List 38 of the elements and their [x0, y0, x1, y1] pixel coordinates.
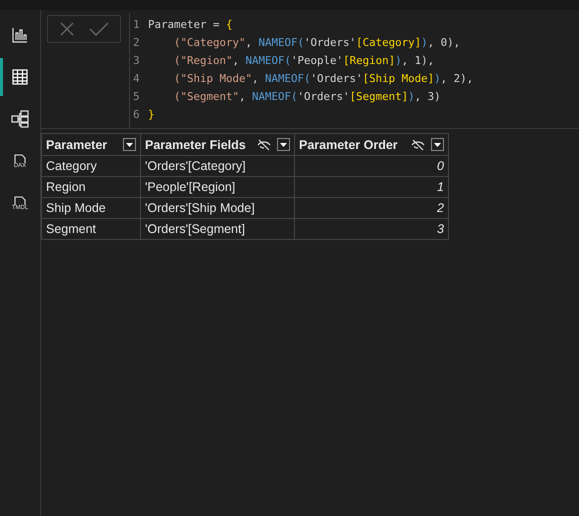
line-number: 3	[132, 54, 141, 66]
line-number: 1	[132, 18, 141, 30]
line-number: 4	[132, 72, 141, 84]
table-cell: 'Orders'[Category]	[140, 156, 294, 176]
filter-dropdown-button[interactable]	[431, 138, 444, 151]
table-cell: 1	[294, 176, 448, 198]
code-line: }	[148, 108, 155, 120]
column-header: Parameter	[46, 138, 108, 152]
table-cell: 'Orders'[Ship Mode]	[140, 198, 294, 218]
table-cell: 3	[294, 218, 448, 240]
filter-dropdown-button[interactable]	[277, 138, 290, 151]
code-line: ("Segment", NAMEOF('Orders'[Segment]), 3)	[173, 90, 441, 102]
bar-chart-icon	[12, 27, 28, 43]
caret-icon	[434, 142, 441, 146]
cancel-icon[interactable]	[59, 21, 75, 37]
table-cell: Category	[42, 156, 140, 176]
table-cell: Segment	[42, 218, 140, 240]
line-number: 6	[132, 108, 141, 120]
code-line: Parameter = {	[148, 18, 233, 30]
table-cell: 'People'[Region]	[140, 176, 294, 198]
model-icon	[11, 110, 29, 128]
code-line: ("Category", NAMEOF('Orders'[Category]), 0),	[173, 36, 460, 48]
column-header: Parameter Fields	[145, 138, 247, 152]
line-number: 5	[132, 90, 141, 102]
check-icon[interactable]	[89, 21, 109, 37]
column-header: Parameter Order	[299, 138, 399, 152]
table-cell: Region	[42, 176, 140, 198]
table-icon	[12, 69, 28, 85]
line-number: 2	[132, 36, 141, 48]
table-cell: 2	[294, 198, 448, 218]
code-line: ("Ship Mode", NAMEOF('Orders'[Ship Mode]), 2),	[173, 72, 474, 84]
table-cell: 0	[294, 156, 448, 176]
table-cell: 'Orders'[Segment]	[140, 218, 294, 240]
table-cell: Ship Mode	[42, 198, 140, 218]
code-line: ("Region", NAMEOF('People'[Region]), 1),	[173, 54, 434, 66]
filter-dropdown-button[interactable]	[123, 138, 136, 151]
caret-icon	[280, 142, 287, 146]
caret-icon	[126, 142, 133, 146]
